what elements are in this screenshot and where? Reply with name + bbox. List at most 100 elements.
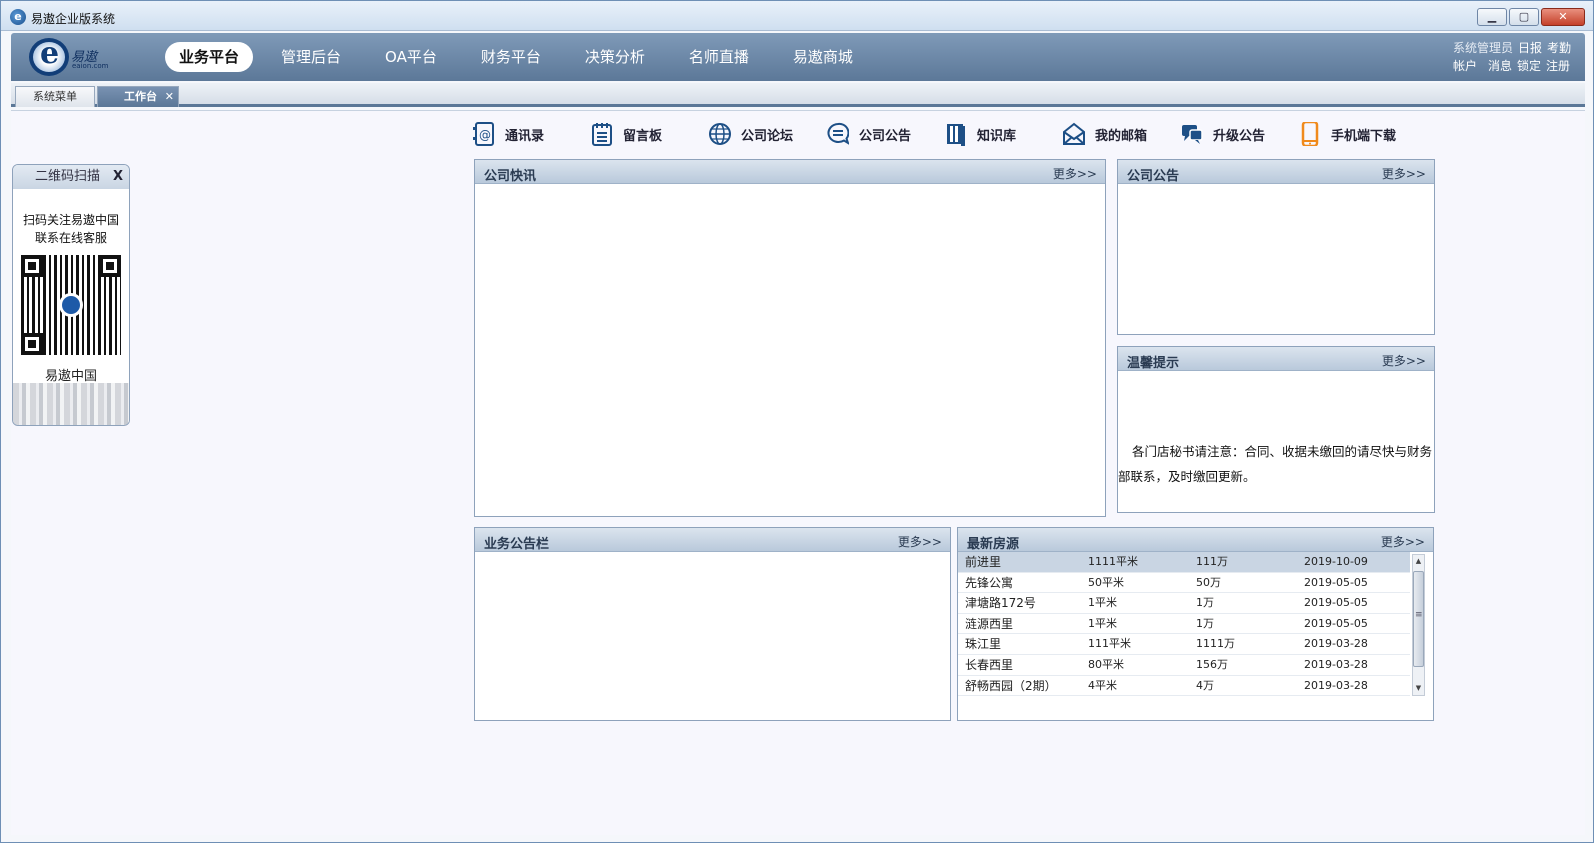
house-price: 1万 bbox=[1196, 596, 1214, 610]
panel-business-notice: 业务公告栏 更多>> bbox=[474, 527, 951, 721]
quicklink-label: 知识库 bbox=[977, 128, 1017, 144]
quicklink-label: 通讯录 bbox=[505, 128, 545, 144]
nav-oa[interactable]: OA平台 bbox=[369, 42, 453, 72]
title-bar: e 易遨企业版系统 ▁ ▢ ✕ bbox=[1, 1, 1593, 31]
panel-tips: 温馨提示 更多>> 各门店秘书请注意：合同、收据未缴回的请尽快与财务部联系，及时… bbox=[1117, 346, 1435, 513]
more-link[interactable]: 更多>> bbox=[1382, 352, 1426, 369]
house-area: 1平米 bbox=[1088, 616, 1117, 630]
quicklink-company-notice[interactable]: 公司公告 bbox=[827, 121, 945, 147]
nav-admin[interactable]: 管理后台 bbox=[265, 42, 357, 72]
app-window: e 易遨企业版系统 ▁ ▢ ✕ 易遨 eaion.com 业务平台 管理后台 O… bbox=[0, 0, 1594, 843]
table-row[interactable]: 津塘路172号 1平米 1万 2019-05-05 bbox=[958, 593, 1410, 614]
qr-finder bbox=[99, 255, 121, 277]
maximize-button[interactable]: ▢ bbox=[1509, 8, 1539, 26]
panel-title: 温馨提示 bbox=[1127, 356, 1180, 371]
more-link[interactable]: 更多>> bbox=[1053, 165, 1097, 182]
house-date: 2019-05-05 bbox=[1304, 616, 1368, 630]
minimize-button[interactable]: ▁ bbox=[1477, 8, 1507, 26]
main-header: 易遨 eaion.com 业务平台 管理后台 OA平台 财务平台 决策分析 名师… bbox=[11, 33, 1585, 81]
lock-link[interactable]: 锁定 bbox=[1517, 57, 1541, 75]
panel-latest-houses: 最新房源 更多>> 前进里 1111平米 111万 2019-10-09 先锋公… bbox=[957, 527, 1434, 721]
quicklink-label: 手机端下载 bbox=[1331, 128, 1397, 144]
table-row[interactable]: 舒畅西园（2期） 4平米 4万 2019-03-28 bbox=[958, 676, 1410, 697]
table-row[interactable]: 珠江里 111平米 1111万 2019-03-28 bbox=[958, 634, 1410, 655]
house-name: 长春西里 bbox=[965, 657, 1014, 672]
house-area: 1111平米 bbox=[1088, 555, 1138, 568]
workbench-content: 二维码扫描 X 扫码关注易遨中国 联系在线客服 易遨中国 @ 通讯录 留言板 公… bbox=[11, 110, 1585, 835]
quicklink-mobile-download[interactable]: 手机端下载 bbox=[1299, 121, 1417, 147]
qr-finder bbox=[21, 255, 43, 277]
quicklink-label: 留言板 bbox=[623, 128, 663, 144]
scroll-thumb[interactable] bbox=[1413, 571, 1424, 667]
logout-link[interactable]: 注册 bbox=[1546, 57, 1570, 75]
table-row[interactable]: 长春西里 80平米 156万 2019-03-28 bbox=[958, 655, 1410, 676]
house-table-scrollbar[interactable]: ▲ ▼ bbox=[1412, 554, 1425, 696]
quicklink-label: 我的邮箱 bbox=[1095, 128, 1148, 144]
table-row[interactable]: 涟源西里 1平米 1万 2019-05-05 bbox=[958, 614, 1410, 635]
panel-header: 业务公告栏 更多>> bbox=[475, 528, 950, 552]
contacts-icon: @ bbox=[473, 122, 494, 146]
qr-close-button[interactable]: X bbox=[113, 169, 123, 184]
table-row[interactable]: 先锋公寓 50平米 50万 2019-05-05 bbox=[958, 573, 1410, 594]
attendance-link[interactable]: 考勤 bbox=[1547, 39, 1571, 57]
tab-close-icon[interactable]: ✕ bbox=[165, 87, 174, 106]
quicklink-contacts[interactable]: @ 通讯录 bbox=[473, 121, 591, 147]
qr-widget-title: 二维码扫描 bbox=[13, 165, 129, 189]
house-name: 涟源西里 bbox=[965, 616, 1014, 631]
nav-decision[interactable]: 决策分析 bbox=[569, 42, 661, 72]
house-price: 1111万 bbox=[1196, 637, 1235, 651]
panel-title: 业务公告栏 bbox=[484, 537, 550, 552]
house-date: 2019-05-05 bbox=[1304, 596, 1368, 610]
svg-text:@: @ bbox=[479, 128, 491, 142]
table-row[interactable]: 前进里 1111平米 111万 2019-10-09 bbox=[958, 552, 1410, 573]
house-date: 2019-10-09 bbox=[1304, 555, 1368, 568]
nav-mall[interactable]: 易遨商城 bbox=[777, 42, 869, 72]
close-window-button[interactable]: ✕ bbox=[1541, 8, 1585, 26]
quicklink-label: 公司公告 bbox=[859, 128, 912, 144]
nav-business-platform[interactable]: 业务平台 bbox=[165, 42, 254, 72]
house-table: 前进里 1111平米 111万 2019-10-09 先锋公寓 50平米 50万… bbox=[958, 552, 1410, 697]
quicklink-upgrade-notice[interactable]: 升级公告 bbox=[1181, 121, 1299, 147]
house-name: 津塘路172号 bbox=[965, 596, 1036, 611]
scroll-down-icon[interactable]: ▼ bbox=[1413, 682, 1424, 695]
house-date: 2019-03-28 bbox=[1304, 657, 1368, 671]
tab-system-menu[interactable]: 系统菜单 bbox=[15, 86, 95, 107]
house-name: 舒畅西园（2期） bbox=[965, 678, 1057, 693]
panel-header: 公司快讯 更多>> bbox=[475, 160, 1105, 184]
user-links: 系统管理员 日报 考勤 帐户 消息 锁定 注册 bbox=[1453, 39, 1571, 75]
logo-e-icon bbox=[29, 36, 69, 76]
quicklink-label: 公司论坛 bbox=[741, 128, 794, 144]
nav-live[interactable]: 名师直播 bbox=[673, 42, 765, 72]
panel-header: 最新房源 更多>> bbox=[958, 528, 1433, 552]
tab-workbench[interactable]: 工作台 ✕ bbox=[97, 86, 179, 107]
chat-icon bbox=[827, 122, 849, 145]
house-price: 50万 bbox=[1196, 575, 1221, 589]
quicklink-mailbox[interactable]: 我的邮箱 bbox=[1063, 121, 1181, 147]
nav-finance[interactable]: 财务平台 bbox=[465, 42, 557, 72]
qr-line-1: 扫码关注易遨中国 bbox=[22, 213, 119, 227]
more-link[interactable]: 更多>> bbox=[1381, 533, 1425, 550]
quicklink-label: 升级公告 bbox=[1213, 128, 1266, 144]
scroll-up-icon[interactable]: ▲ bbox=[1413, 555, 1424, 568]
messages-link[interactable]: 消息 bbox=[1488, 57, 1512, 75]
house-area: 111平米 bbox=[1088, 637, 1131, 651]
qr-widget: 二维码扫描 X 扫码关注易遨中国 联系在线客服 易遨中国 bbox=[12, 164, 130, 426]
panel-header: 公司公告 更多>> bbox=[1118, 160, 1434, 184]
quicklink-message-board[interactable]: 留言板 bbox=[591, 121, 709, 147]
house-area: 50平米 bbox=[1088, 575, 1124, 589]
more-link[interactable]: 更多>> bbox=[1382, 165, 1426, 182]
account-link[interactable]: 帐户 bbox=[1453, 57, 1477, 75]
qr-finder bbox=[21, 333, 43, 355]
more-link[interactable]: 更多>> bbox=[898, 533, 942, 550]
window-title: 易遨企业版系统 bbox=[31, 12, 116, 26]
daily-report-link[interactable]: 日报 bbox=[1518, 39, 1542, 57]
notepad-icon bbox=[592, 123, 612, 146]
quicklink-knowledge-base[interactable]: 知识库 bbox=[945, 121, 1063, 147]
app-logo-icon: e bbox=[10, 9, 26, 25]
speech-icon bbox=[1182, 125, 1203, 144]
panel-title: 公司公告 bbox=[1127, 169, 1180, 184]
mail-icon bbox=[1063, 122, 1085, 145]
house-name: 珠江里 bbox=[965, 637, 1002, 652]
brand-logo: 易遨 eaion.com bbox=[27, 36, 111, 78]
quicklink-forum[interactable]: 公司论坛 bbox=[709, 121, 827, 147]
